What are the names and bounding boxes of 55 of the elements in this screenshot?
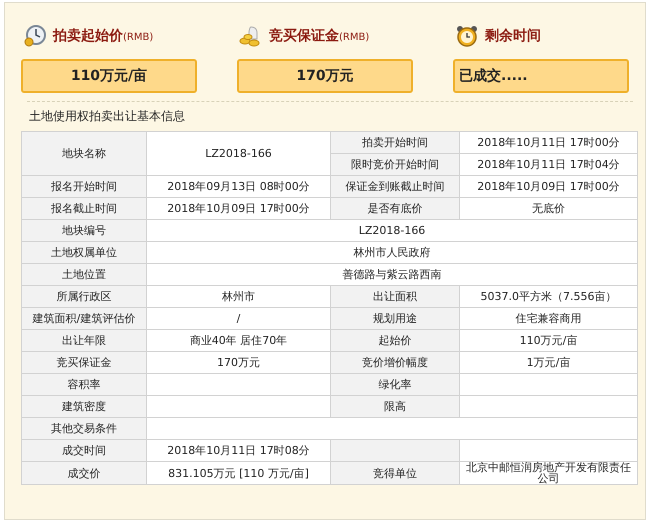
table-cell: 竞价增价幅度 xyxy=(330,352,460,374)
table-cell: 绿化率 xyxy=(330,374,460,396)
table-cell: 限高 xyxy=(330,396,460,418)
table-cell: LZ2018-166 xyxy=(146,132,330,176)
table-cell: 其他交易条件 xyxy=(22,418,146,440)
summary-value: 110万元/亩 xyxy=(21,59,197,93)
table-cell: 5037.0平方米（7.556亩） xyxy=(460,286,638,308)
alarm-clock-icon xyxy=(455,24,479,48)
table-cell: 限时竞价开始时间 xyxy=(330,154,460,176)
section-title: 土地使用权拍卖出让基本信息 xyxy=(28,108,186,125)
table-cell: 建筑密度 xyxy=(22,396,146,418)
table-cell: 110万元/亩 xyxy=(460,330,638,352)
table-cell: 170万元 xyxy=(146,352,330,374)
table-cell: 地块编号 xyxy=(22,220,146,242)
table-cell: 建筑面积/建筑评估价 xyxy=(22,308,146,330)
table-cell: 831.105万元 [110 万元/亩] xyxy=(146,462,330,484)
table-cell: 2018年10月11日 17时04分 xyxy=(460,154,638,176)
summary-value: 已成交..... xyxy=(453,59,629,93)
table-cell: 无底价 xyxy=(460,198,638,220)
table-cell: 容积率 xyxy=(22,374,146,396)
table-cell: 规划用途 xyxy=(330,308,460,330)
table-cell: 2018年10月09日 17时00分 xyxy=(460,176,638,198)
table-cell: 所属行政区 xyxy=(22,286,146,308)
table-cell: 保证金到账截止时间 xyxy=(330,176,460,198)
table-cell: 地块名称 xyxy=(22,132,146,176)
table-cell: 林州市 xyxy=(146,286,330,308)
table-cell: 成交时间 xyxy=(22,440,146,462)
table-cell: 出让年限 xyxy=(22,330,146,352)
summary-label: 拍卖起始价(RMB) xyxy=(53,27,154,45)
table-cell: 2018年09月13日 08时00分 xyxy=(146,176,330,198)
table-cell: 2018年10月11日 17时08分 xyxy=(146,440,330,462)
table-cell: 报名截止时间 xyxy=(22,198,146,220)
table-cell: 竞买保证金 xyxy=(22,352,146,374)
table-cell: 竞得单位 xyxy=(330,462,460,484)
summary-label: 剩余时间 xyxy=(485,27,541,45)
summary-value: 170万元 xyxy=(237,59,413,93)
table-cell: 1万元/亩 xyxy=(460,352,638,374)
table-cell: 成交价 xyxy=(22,462,146,484)
table-cell: 拍卖开始时间 xyxy=(330,132,460,154)
table-cell: 2018年10月09日 17时00分 xyxy=(146,198,330,220)
table-cell: 北京中邮恒润房地产开发有限责任公司 xyxy=(460,462,638,484)
summary-label: 竞买保证金(RMB) xyxy=(269,27,370,45)
table-cell: 土地位置 xyxy=(22,264,146,286)
table-cell: 出让面积 xyxy=(330,286,460,308)
table-cell: 住宅兼容商用 xyxy=(460,308,638,330)
table-cell: 土地权属单位 xyxy=(22,242,146,264)
clock-icon xyxy=(23,24,47,48)
table-cell: 报名开始时间 xyxy=(22,176,146,198)
table-cell: 是否有底价 xyxy=(330,198,460,220)
table-cell: 商业40年 居住70年 xyxy=(146,330,330,352)
table-cell: LZ2018-166 xyxy=(146,220,638,242)
table-cell: 2018年10月11日 17时00分 xyxy=(460,132,638,154)
table-cell: 起始价 xyxy=(330,330,460,352)
table-cell: 林州市人民政府 xyxy=(146,242,638,264)
table-cell: / xyxy=(146,308,330,330)
